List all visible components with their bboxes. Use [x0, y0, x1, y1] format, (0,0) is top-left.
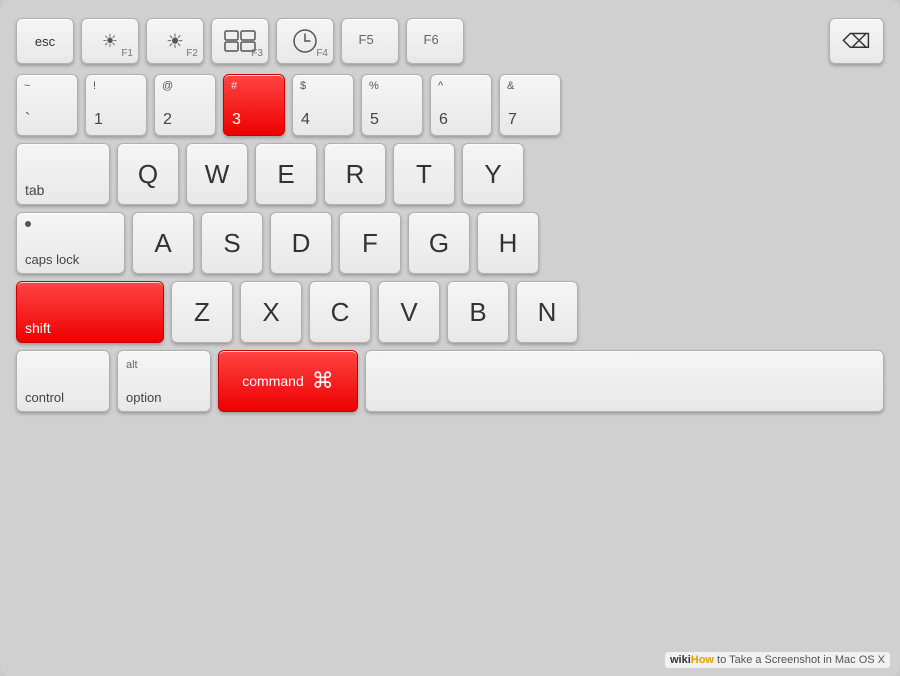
zxcv-row: shift Z X C V B N [16, 281, 884, 343]
key-command[interactable]: command ⌘ [218, 350, 358, 412]
key-s[interactable]: S [201, 212, 263, 274]
key-f1[interactable]: ☀ F1 [81, 18, 139, 64]
key-n[interactable]: N [516, 281, 578, 343]
key-v[interactable]: V [378, 281, 440, 343]
key-g[interactable]: G [408, 212, 470, 274]
key-f[interactable]: F [339, 212, 401, 274]
key-2[interactable]: @ 2 [154, 74, 216, 136]
bottom-row: control alt option command ⌘ [16, 350, 884, 412]
key-shift-left[interactable]: shift [16, 281, 164, 343]
key-q[interactable]: Q [117, 143, 179, 205]
key-3[interactable]: # 3 [223, 74, 285, 136]
key-backspace[interactable]: ⌫ [829, 18, 884, 64]
key-option[interactable]: alt option [117, 350, 211, 412]
key-e[interactable]: E [255, 143, 317, 205]
brightness-down-icon: ☀ [102, 31, 118, 52]
key-w[interactable]: W [186, 143, 248, 205]
key-tab[interactable]: tab [16, 143, 110, 205]
key-f4[interactable]: F4 [276, 18, 334, 64]
badge-text: to Take a Screenshot in Mac OS X [714, 654, 885, 666]
key-4[interactable]: $ 4 [292, 74, 354, 136]
key-b[interactable]: B [447, 281, 509, 343]
brightness-up-icon: ☀ [166, 29, 184, 54]
key-r[interactable]: R [324, 143, 386, 205]
key-x[interactable]: X [240, 281, 302, 343]
backspace-icon: ⌫ [842, 29, 870, 54]
key-7[interactable]: & 7 [499, 74, 561, 136]
key-a[interactable]: A [132, 212, 194, 274]
key-t[interactable]: T [393, 143, 455, 205]
asdf-row: caps lock A S D F G H [16, 212, 884, 274]
how-label: How [691, 654, 714, 666]
key-tilde[interactable]: ~ ` [16, 74, 78, 136]
key-1[interactable]: ! 1 [85, 74, 147, 136]
key-space[interactable] [365, 350, 884, 412]
wiki-label: wiki [670, 654, 691, 666]
number-row: ~ ` ! 1 @ 2 # 3 $ 4 % 5 ^ 6 & 7 [16, 74, 884, 136]
fn-row: esc ☀ F1 ☀ F2 F3 F4 [16, 18, 884, 64]
key-5[interactable]: % 5 [361, 74, 423, 136]
key-control[interactable]: control [16, 350, 110, 412]
spacebar-area [365, 350, 884, 412]
option-label: option [126, 390, 161, 405]
key-y[interactable]: Y [462, 143, 524, 205]
key-d[interactable]: D [270, 212, 332, 274]
key-capslock[interactable]: caps lock [16, 212, 125, 274]
key-z[interactable]: Z [171, 281, 233, 343]
capslock-led [25, 221, 31, 227]
qwerty-row: tab Q W E R T Y [16, 143, 884, 205]
dashboard-icon [292, 28, 318, 54]
key-f5[interactable]: F5 [341, 18, 399, 64]
key-c[interactable]: C [309, 281, 371, 343]
command-symbol: ⌘ [312, 368, 334, 394]
command-label: command [242, 373, 303, 389]
alt-label: alt [126, 359, 138, 371]
wikihow-badge: wikiHow to Take a Screenshot in Mac OS X [665, 652, 890, 668]
key-f2[interactable]: ☀ F2 [146, 18, 204, 64]
key-6[interactable]: ^ 6 [430, 74, 492, 136]
key-f3[interactable]: F3 [211, 18, 269, 64]
key-esc[interactable]: esc [16, 18, 74, 64]
key-h[interactable]: H [477, 212, 539, 274]
key-f6[interactable]: F6 [406, 18, 464, 64]
keyboard: esc ☀ F1 ☀ F2 F3 F4 [0, 0, 900, 676]
